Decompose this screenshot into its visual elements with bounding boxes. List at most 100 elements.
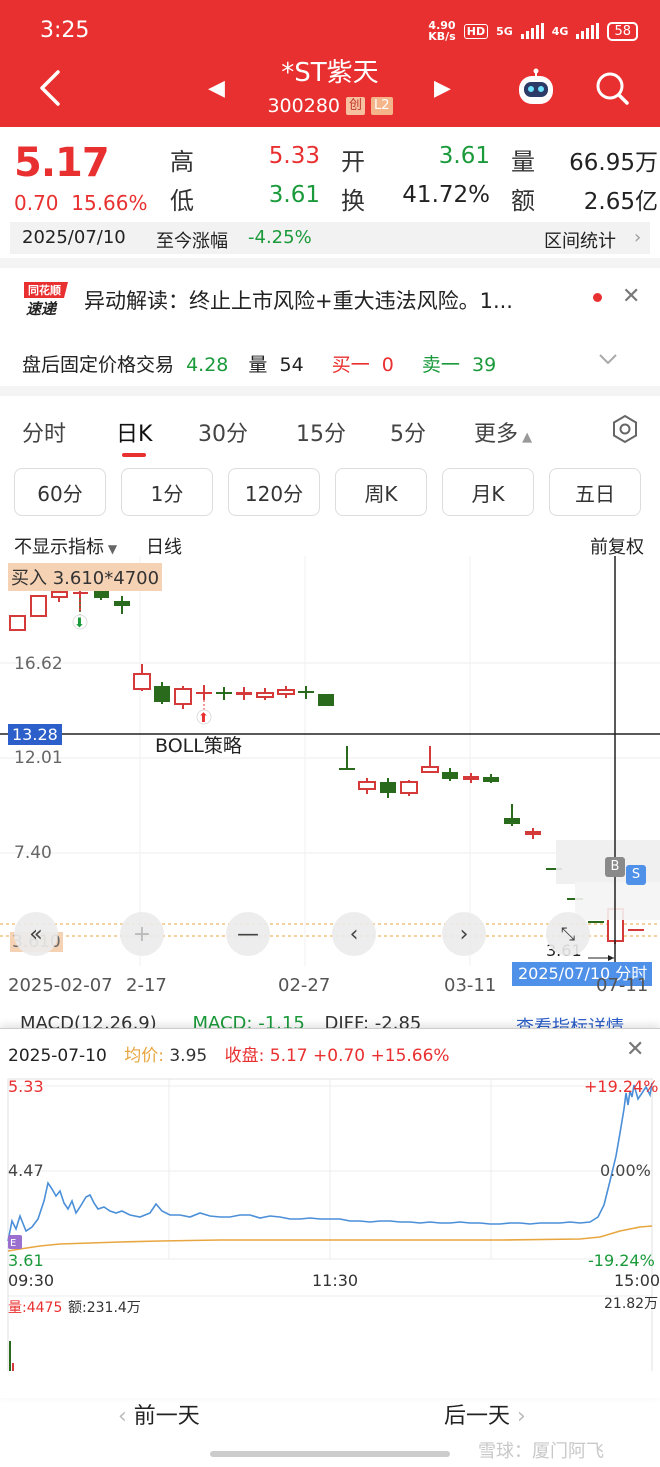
- gesture-bar[interactable]: [210, 1451, 450, 1457]
- ask1-volume: 39: [471, 354, 497, 376]
- candle: [174, 688, 192, 705]
- unread-dot: [593, 293, 602, 302]
- chevron-right-icon: ›: [634, 227, 642, 248]
- volume-text: 量:4475: [8, 1300, 63, 1316]
- sell-s-marker[interactable]: S: [626, 865, 646, 885]
- amount-label: 额: [511, 187, 535, 215]
- chip-120min[interactable]: 120分: [228, 468, 320, 516]
- since-label: 至今涨幅: [156, 231, 228, 252]
- indicator-detail-link[interactable]: 查看指标详情: [516, 1013, 624, 1029]
- date-summary-bar[interactable]: 2025/07/10 至今涨幅 -4.25% 区间统计 ›: [10, 222, 650, 254]
- y-low-label: 3.61: [8, 1251, 44, 1270]
- x-axis-label: 07-11: [596, 975, 649, 996]
- candle: [358, 781, 376, 790]
- volume-label: 量: [511, 148, 535, 176]
- intraday-grid: [8, 1079, 652, 1297]
- avg-price: 3.95: [169, 1046, 208, 1066]
- chip-monthly-k[interactable]: 月K: [442, 468, 534, 516]
- candle: [236, 692, 252, 695]
- caret-down-icon: ▼: [104, 542, 118, 556]
- tab-30min[interactable]: 30分: [198, 416, 248, 448]
- signal-icon-2: [576, 23, 600, 39]
- tab-15min[interactable]: 15分: [296, 416, 346, 448]
- pct-mid-label: 0.00%: [600, 1161, 651, 1180]
- candle: [9, 615, 26, 631]
- open-value: 3.61: [438, 143, 490, 169]
- x-axis-label: 02-27: [278, 975, 331, 996]
- buy-marker-label: 买入 3.610*4700: [8, 563, 163, 591]
- change-amount: 0.70: [14, 191, 59, 215]
- buy-b-marker[interactable]: B: [605, 857, 625, 877]
- chip-five-day[interactable]: 五日: [549, 468, 641, 516]
- close-info: 5.17 +0.70 +15.66%: [269, 1046, 450, 1066]
- intraday-chart[interactable]: E: [0, 1071, 660, 1371]
- fullscreen-icon[interactable]: ⤡: [546, 912, 590, 956]
- candle: [133, 673, 151, 690]
- assistant-robot-icon[interactable]: [516, 68, 556, 108]
- next-day-button[interactable]: 后一天 ›: [444, 1398, 526, 1430]
- news-headline[interactable]: 异动解读：终止上市风险+重大违法风险。1...: [84, 285, 513, 315]
- candle: [525, 831, 541, 835]
- y-axis-label: 12.01: [14, 748, 63, 768]
- net-5g-label: 5G: [496, 24, 513, 38]
- battery-icon: 58: [607, 21, 638, 41]
- pct-low-label: -19.24%: [588, 1251, 655, 1270]
- x-axis-label: 2025-02-07: [8, 975, 113, 996]
- signal-arrows: ⬇ ⬆: [72, 598, 212, 726]
- candle: [442, 772, 458, 779]
- boll-strategy-label[interactable]: BOLL策略: [155, 731, 242, 758]
- board-tag: 创: [346, 97, 366, 115]
- after-hours-volume: 54: [279, 354, 304, 376]
- candle: [504, 818, 520, 824]
- signal-icon: [520, 23, 544, 39]
- zoom-in-icon[interactable]: +: [120, 912, 164, 956]
- bid1-volume: 0: [381, 354, 394, 376]
- scroll-left-icon[interactable]: ‹: [332, 912, 376, 956]
- x-axis-label: 2-17: [126, 975, 167, 996]
- y-axis-label: 16.62: [14, 654, 63, 674]
- caret-up-icon: ▲: [518, 430, 533, 445]
- kline-chart[interactable]: ⬇ ⬆: [0, 556, 660, 966]
- chip-weekly-k[interactable]: 周K: [335, 468, 427, 516]
- settings-gear-icon[interactable]: [610, 414, 640, 444]
- turnover-value: 41.72%: [402, 182, 490, 208]
- tab-intraday[interactable]: 分时: [22, 416, 66, 448]
- x-axis-label: 03-11: [444, 975, 497, 996]
- svg-text:⬇: ⬇: [74, 616, 85, 631]
- candle: [256, 692, 274, 698]
- popup-close-icon[interactable]: ✕: [626, 1037, 644, 1062]
- ths-logo-icon: 同花顺 速递: [24, 282, 68, 318]
- chevron-left-icon: ‹: [118, 1404, 134, 1429]
- chevron-down-icon[interactable]: [596, 347, 620, 371]
- candle: [154, 686, 170, 702]
- tab-5min[interactable]: 5分: [390, 416, 426, 448]
- since-value: -4.25%: [248, 227, 312, 248]
- active-tab-indicator: [122, 453, 146, 457]
- candle: [94, 591, 109, 598]
- price-change: 0.70 15.66%: [14, 191, 148, 215]
- intraday-date: 2025-07-10: [8, 1046, 107, 1066]
- summary-date: 2025/07/10: [22, 227, 126, 248]
- chip-1min[interactable]: 1分: [121, 468, 213, 516]
- chip-60min[interactable]: 60分: [14, 468, 106, 516]
- after-hours-row[interactable]: 盘后固定价格交易 4.28 量 54 买一 0 卖一 39: [22, 350, 502, 377]
- macd-header[interactable]: MACD(12,26,9) MACD: -1.15 DIFF: -2.85: [20, 1013, 421, 1029]
- close-icon[interactable]: ✕: [622, 284, 640, 309]
- prev-day-button[interactable]: ‹ 前一天: [118, 1398, 200, 1430]
- scroll-right-icon[interactable]: ›: [442, 912, 486, 956]
- turnover-label: 换: [341, 187, 365, 215]
- app-header: 3:25 4.90 KB/s HD 5G 4G 58 ◀ ▶ *ST紫天 300…: [0, 0, 660, 127]
- zoom-minus-icon[interactable]: —: [226, 912, 270, 956]
- svg-text:速递: 速递: [26, 300, 58, 318]
- tab-daily-k[interactable]: 日K: [116, 416, 152, 448]
- crosshair-price-tag: 13.28: [8, 724, 62, 745]
- after-hours-price: 4.28: [186, 354, 229, 376]
- candle: [483, 777, 499, 782]
- range-stats-link[interactable]: 区间统计: [544, 227, 616, 253]
- candle: [318, 694, 334, 706]
- zoom-out-full-icon[interactable]: «: [14, 912, 58, 956]
- svg-text:⬆: ⬆: [198, 711, 209, 726]
- tab-more[interactable]: 更多 ▲: [474, 416, 532, 448]
- search-icon[interactable]: [594, 70, 630, 106]
- amount-value: 2.65亿: [583, 189, 658, 215]
